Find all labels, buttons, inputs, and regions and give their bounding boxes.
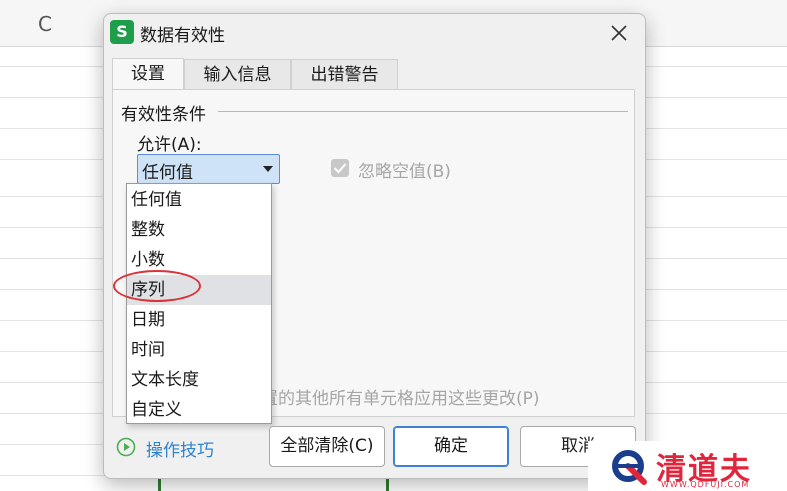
dropdown-arrow-icon — [263, 166, 273, 172]
tips-link[interactable]: 操作技巧 — [146, 436, 214, 461]
clear-all-button[interactable]: 全部清除(C) — [269, 426, 385, 467]
tab-settings[interactable]: 设置 — [112, 58, 184, 90]
allow-dropdown-list: 任何值 整数 小数 序列 日期 时间 文本长度 自定义 — [126, 183, 272, 424]
option-time[interactable]: 时间 — [127, 335, 271, 365]
dialog-titlebar[interactable]: S 数据有效性 — [104, 14, 645, 52]
dialog-title: 数据有效性 — [140, 26, 225, 46]
tab-error-alert[interactable]: 出错警告 — [291, 59, 398, 89]
checkmark-icon — [333, 163, 347, 174]
column-header-c[interactable]: C — [38, 12, 52, 36]
close-icon — [611, 25, 627, 41]
ok-button[interactable]: 确定 — [393, 426, 509, 467]
tab-input-message[interactable]: 输入信息 — [184, 59, 291, 89]
highlight-annotation-oval — [113, 270, 201, 302]
allow-label: 允许(A): — [137, 135, 202, 155]
option-any-value[interactable]: 任何值 — [127, 185, 271, 215]
allow-select-value: 任何值 — [142, 163, 193, 183]
watermark: 清道夫 WWW.QDFUJI.COM — [588, 441, 787, 491]
group-divider — [218, 111, 628, 112]
close-button[interactable] — [604, 18, 634, 48]
watermark-url: WWW.QDFUJI.COM — [661, 480, 750, 489]
option-custom[interactable]: 自定义 — [127, 395, 271, 425]
option-whole-number[interactable]: 整数 — [127, 215, 271, 245]
validation-criteria-heading: 有效性条件 — [121, 105, 206, 125]
selection-border-mark — [386, 478, 389, 491]
play-circle-icon[interactable] — [116, 437, 136, 457]
ignore-blank-checkbox[interactable] — [331, 159, 349, 177]
allow-select[interactable]: 任何值 — [137, 154, 280, 184]
app-logo-icon: S — [110, 20, 134, 44]
option-date[interactable]: 日期 — [127, 305, 271, 335]
ignore-blank-label: 忽略空值(B) — [358, 162, 451, 182]
apply-to-all-label: 置的其他所有单元格应用这些更改(P) — [261, 389, 540, 409]
option-text-length[interactable]: 文本长度 — [127, 365, 271, 395]
brand-logo-icon — [612, 450, 647, 485]
selection-border-mark — [158, 478, 161, 491]
